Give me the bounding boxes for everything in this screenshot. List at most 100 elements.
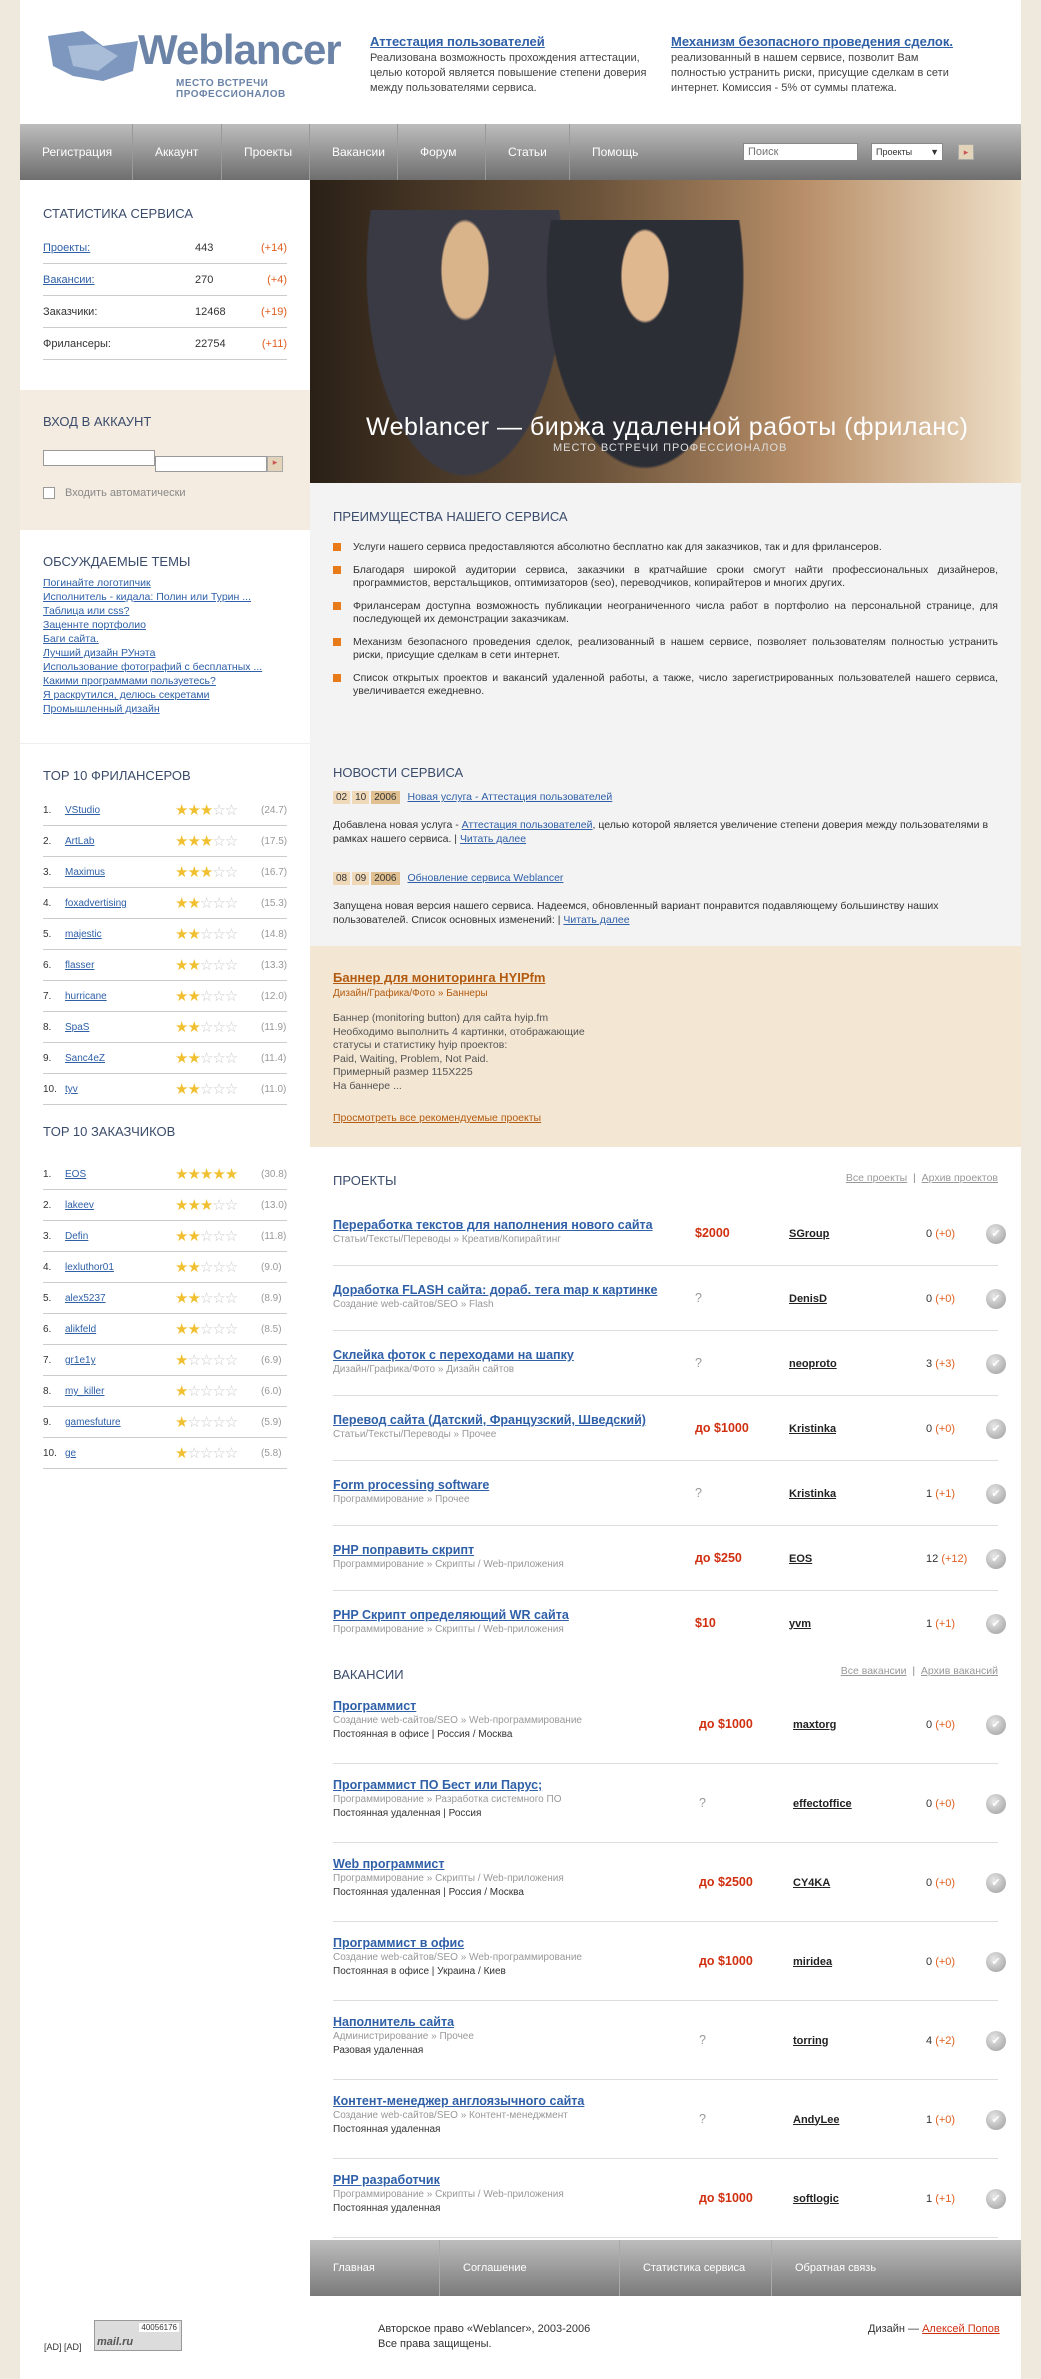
row-user-link[interactable]: SGroup: [789, 1228, 829, 1240]
row-title-link[interactable]: PHP Скрипт определяющий WR сайта: [333, 1608, 569, 1622]
stat-label[interactable]: Вакансии:: [43, 274, 95, 286]
topic-link[interactable]: Использование фотографий с бесплатных ..…: [43, 660, 287, 674]
row-user-link[interactable]: torring: [793, 2035, 828, 2047]
row-user-link[interactable]: neoproto: [789, 1358, 837, 1370]
row-title-link[interactable]: Склейка фоток с переходами на шапку: [333, 1348, 574, 1362]
rating-user-link[interactable]: flasser: [65, 950, 94, 981]
rating-user-link[interactable]: VStudio: [65, 795, 100, 826]
search-input[interactable]: [743, 143, 858, 161]
all-vacancies-link[interactable]: Все вакансии: [841, 1665, 907, 1677]
topic-link[interactable]: Промышленный дизайн: [43, 702, 287, 716]
nav-item-vacancies[interactable]: Вакансии: [310, 124, 398, 180]
all-projects-link[interactable]: Все проекты: [846, 1172, 907, 1184]
news-more-link[interactable]: Читать далее: [460, 833, 526, 845]
row-title-link[interactable]: Программист: [333, 1699, 416, 1713]
counter-badge[interactable]: 40056176 mail.ru: [94, 2320, 182, 2351]
topic-link[interactable]: Какими программами пользуетесь?: [43, 674, 287, 688]
rating-user-link[interactable]: ge: [65, 1438, 76, 1469]
footer-link-stats[interactable]: Статистика сервиса: [620, 2240, 772, 2296]
projects-archive-link[interactable]: Архив проектов: [922, 1172, 998, 1184]
row-user-link[interactable]: DenisD: [789, 1293, 827, 1305]
row-user-link[interactable]: CY4KA: [793, 1877, 830, 1889]
rating-user-link[interactable]: lakeev: [65, 1190, 94, 1221]
rating-user-link[interactable]: gr1e1y: [65, 1345, 96, 1376]
rating-user-link[interactable]: my_killer: [65, 1376, 104, 1407]
login-button[interactable]: ▸: [267, 456, 283, 472]
rating-user-link[interactable]: Sanc4eZ: [65, 1043, 105, 1074]
topic-link[interactable]: Погинайте логотипчик: [43, 576, 287, 590]
recommended-all-link[interactable]: Просмотреть все рекомендуемые проекты: [333, 1112, 541, 1124]
row-title-link[interactable]: Наполнитель сайта: [333, 2015, 454, 2029]
check-icon[interactable]: ✔: [986, 1483, 1006, 1504]
check-icon[interactable]: ✔: [986, 1613, 1006, 1634]
check-icon[interactable]: ✔: [986, 1288, 1006, 1309]
rating-user-link[interactable]: EOS: [65, 1159, 86, 1190]
row-user-link[interactable]: Kristinka: [789, 1423, 836, 1435]
topic-link[interactable]: Я раскрутился, делюсь секретами: [43, 688, 287, 702]
rating-user-link[interactable]: lexluthor01: [65, 1252, 114, 1283]
check-icon[interactable]: ✔: [986, 1353, 1006, 1374]
news-inline-link[interactable]: Аттестация пользователей: [462, 819, 593, 831]
promo-safe-deal-link[interactable]: Механизм безопасного проведения сделок.: [671, 34, 961, 49]
rating-user-link[interactable]: Defin: [65, 1221, 88, 1252]
nav-item-help[interactable]: Помощь: [570, 124, 658, 180]
check-icon[interactable]: ✔: [986, 1548, 1006, 1569]
footer-link-feedback[interactable]: Обратная связь: [772, 2240, 902, 2296]
news-title-link[interactable]: Новая услуга - Аттестация пользователей: [408, 791, 613, 803]
check-icon[interactable]: ✔: [986, 1418, 1006, 1439]
row-title-link[interactable]: PHP поправить скрипт: [333, 1543, 474, 1557]
site-logo[interactable]: Weblancer МЕСТО ВСТРЕЧИ ПРОФЕССИОНАЛОВ: [43, 22, 343, 100]
topic-link[interactable]: Исполнитель - кидала: Полин или Турин ..…: [43, 590, 287, 604]
rating-user-link[interactable]: ArtLab: [65, 826, 94, 857]
row-user-link[interactable]: AndyLee: [793, 2114, 839, 2126]
row-user-link[interactable]: EOS: [789, 1553, 812, 1565]
login-username-input[interactable]: [43, 450, 155, 466]
vacancies-archive-link[interactable]: Архив вакансий: [921, 1665, 998, 1677]
ad-links[interactable]: [AD] [AD]: [44, 2342, 82, 2352]
row-title-link[interactable]: Переработка текстов для наполнения новог…: [333, 1218, 653, 1232]
rating-user-link[interactable]: foxadvertising: [65, 888, 127, 919]
check-icon[interactable]: ✔: [986, 1793, 1006, 1814]
row-title-link[interactable]: PHP разработчик: [333, 2173, 440, 2187]
check-icon[interactable]: ✔: [986, 1951, 1006, 1972]
check-icon[interactable]: ✔: [986, 1714, 1006, 1735]
row-title-link[interactable]: Перевод сайта (Датский, Французский, Шве…: [333, 1413, 646, 1427]
row-title-link[interactable]: Контент-менеджер англоязычного сайта: [333, 2094, 584, 2108]
nav-item-forum[interactable]: Форум: [398, 124, 486, 180]
rating-user-link[interactable]: gamesfuture: [65, 1407, 121, 1438]
topic-link[interactable]: Заценнте портфолио: [43, 618, 287, 632]
recommended-title[interactable]: Баннер для мониторинга HYIPfm: [333, 970, 545, 985]
row-user-link[interactable]: yvm: [789, 1618, 811, 1630]
check-icon[interactable]: ✔: [986, 2030, 1006, 2051]
check-icon[interactable]: ✔: [986, 2109, 1006, 2130]
stat-label[interactable]: Проекты:: [43, 242, 90, 254]
row-user-link[interactable]: maxtorg: [793, 1719, 836, 1731]
rating-user-link[interactable]: Maximus: [65, 857, 105, 888]
check-icon[interactable]: ✔: [986, 2188, 1006, 2209]
topic-link[interactable]: Лучший дизайн РУнэта: [43, 646, 287, 660]
login-password-input[interactable]: [155, 456, 267, 472]
footer-link-home[interactable]: Главная страница: [310, 2240, 440, 2330]
footer-link-agreement[interactable]: Соглашение пользователя: [440, 2240, 620, 2330]
row-user-link[interactable]: effectoffice: [793, 1798, 852, 1810]
row-user-link[interactable]: Kristinka: [789, 1488, 836, 1500]
rating-user-link[interactable]: majestic: [65, 919, 102, 950]
news-more-link[interactable]: Читать далее: [563, 914, 629, 926]
row-user-link[interactable]: softlogic: [793, 2193, 839, 2205]
nav-item-account[interactable]: Аккаунт: [133, 124, 222, 180]
row-title-link[interactable]: Программист в офис: [333, 1936, 464, 1950]
rating-user-link[interactable]: alex5237: [65, 1283, 106, 1314]
topic-link[interactable]: Баги сайта.: [43, 632, 287, 646]
check-icon[interactable]: ✔: [986, 1872, 1006, 1893]
auto-login-checkbox[interactable]: [43, 487, 55, 499]
search-go-button[interactable]: ▸: [958, 144, 974, 160]
rating-user-link[interactable]: tyv: [65, 1074, 78, 1105]
topic-link[interactable]: Таблица или css?: [43, 604, 287, 618]
row-title-link[interactable]: Программист ПО Бест или Парус;: [333, 1778, 542, 1792]
promo-attestation-link[interactable]: Аттестация пользователей: [370, 34, 660, 49]
rating-user-link[interactable]: alikfeld: [65, 1314, 96, 1345]
search-category-select[interactable]: Проекты ▼: [871, 143, 943, 161]
designer-link[interactable]: Алексей Попов: [922, 2323, 1000, 2335]
nav-item-articles[interactable]: Статьи: [486, 124, 570, 180]
rating-user-link[interactable]: SpaS: [65, 1012, 89, 1043]
